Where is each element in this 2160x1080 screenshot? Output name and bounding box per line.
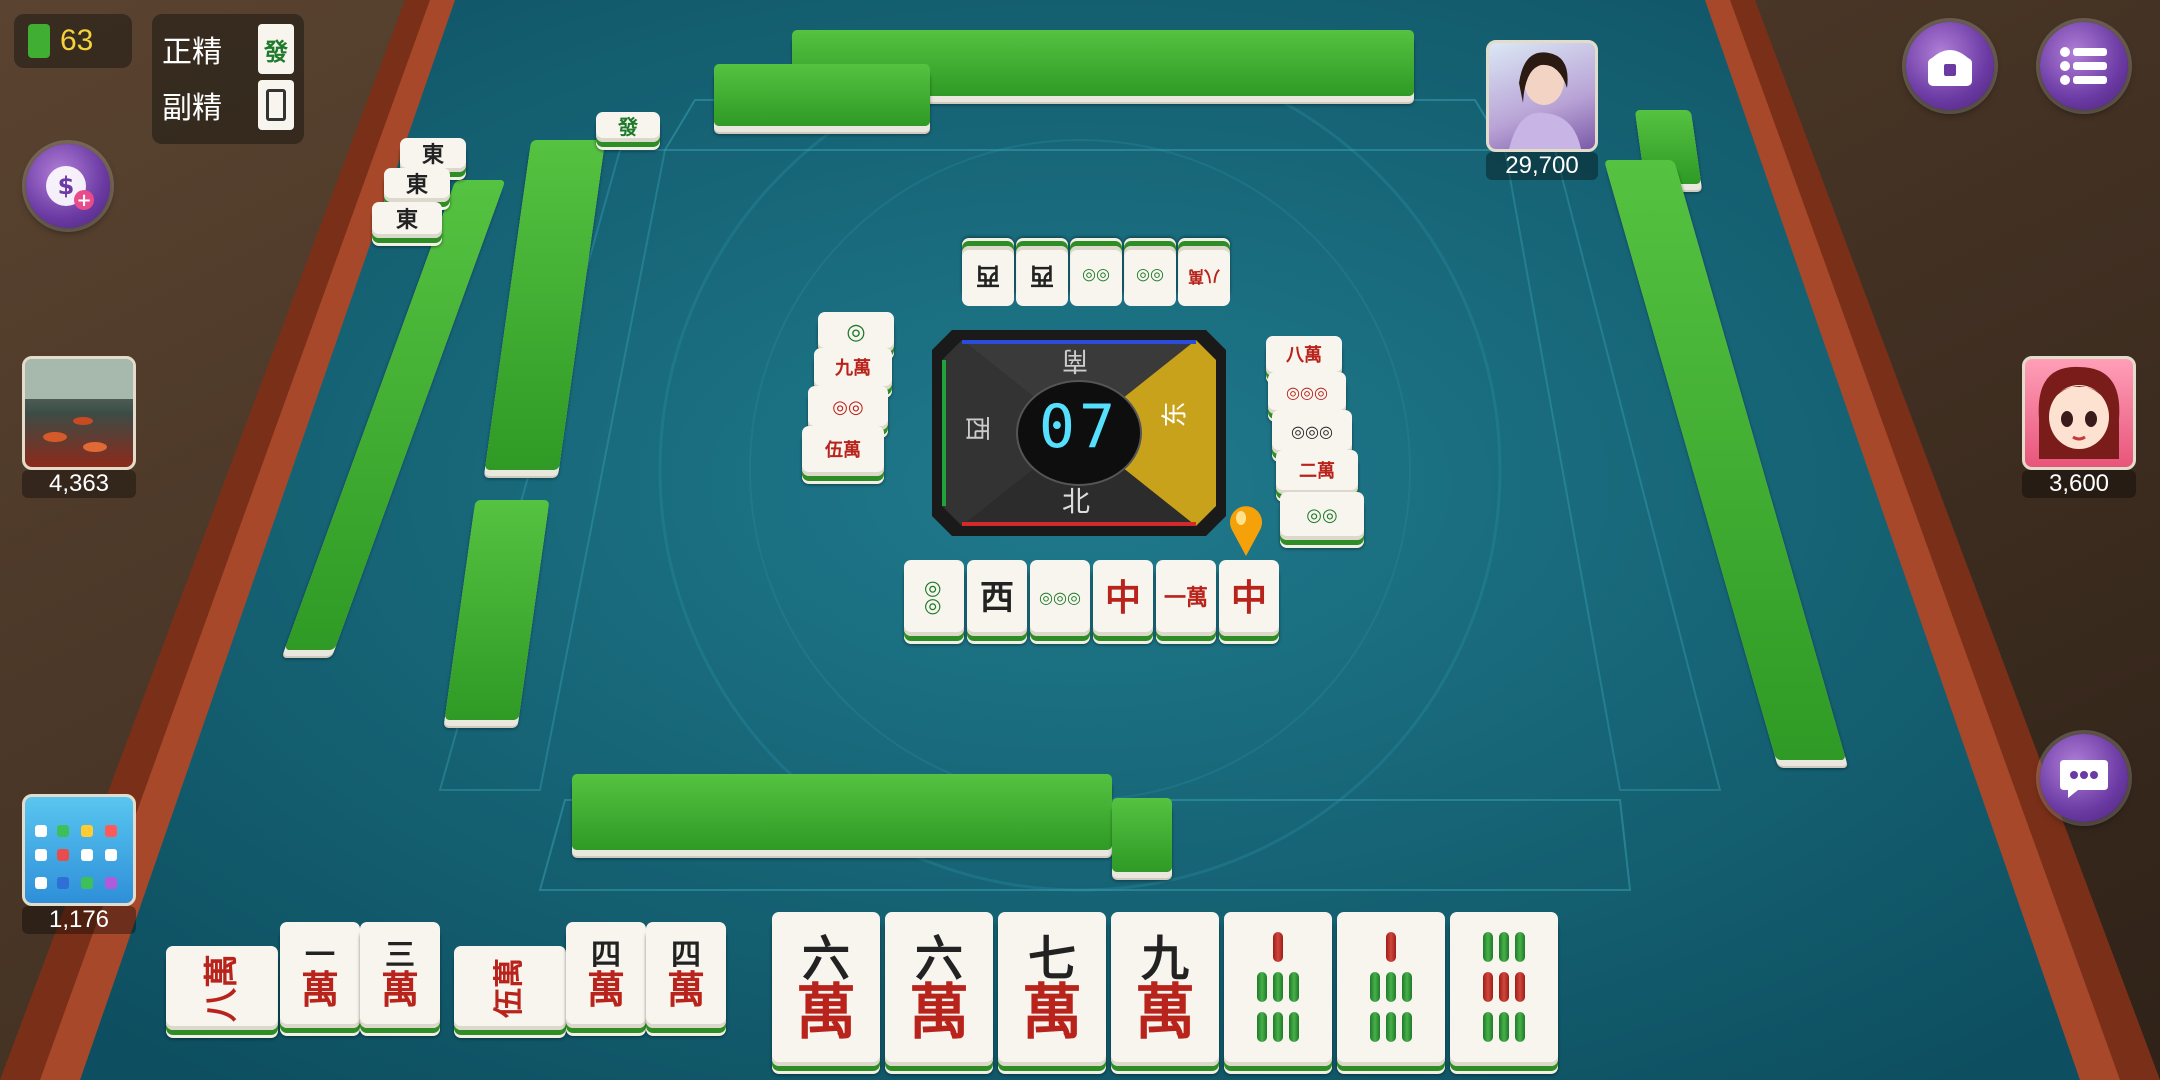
svg-text:$: $ xyxy=(58,172,75,200)
compass-north: 北 xyxy=(1062,485,1091,518)
menu-button[interactable] xyxy=(2040,22,2128,110)
left-meld-tile-top: 發 xyxy=(596,112,660,142)
meld-east-tile: 東 xyxy=(372,202,442,238)
list-menu-icon xyxy=(2060,47,2107,85)
self-player-avatar[interactable] xyxy=(22,794,136,906)
meld-tile: 伍萬 xyxy=(454,946,566,1030)
chat-bubble-icon xyxy=(2060,760,2108,798)
svg-text:+: + xyxy=(76,190,91,211)
left-player-score: 4,363 xyxy=(22,470,136,498)
cartoon-girl-icon xyxy=(2038,366,2120,459)
wall-tile-icon xyxy=(28,24,50,58)
meld-tile: 八萬 xyxy=(166,946,278,1030)
right-player-score: 3,600 xyxy=(2022,470,2136,498)
top-player-avatar[interactable] xyxy=(1486,40,1598,152)
meld-east-tile: 東 xyxy=(384,168,450,202)
meld-tile: 三萬 xyxy=(360,922,440,1028)
countdown-timer: 07 xyxy=(1038,392,1120,462)
jing-panel: 正精 發 副精 xyxy=(152,14,304,144)
chest-icon xyxy=(1928,50,1972,86)
right-player-avatar[interactable] xyxy=(2022,356,2136,470)
zheng-jing-label: 正精 xyxy=(162,35,222,70)
hand-tile[interactable]: 九萬 xyxy=(1111,912,1219,1066)
meld-tile: 四萬 xyxy=(646,922,726,1028)
hand-tile[interactable]: 六萬 xyxy=(885,912,993,1066)
meld-tile: 四萬 xyxy=(566,922,646,1028)
phone-screen-icon xyxy=(35,825,117,889)
mahjong-table: 63 正精 發 副精 $ + 29,700 4,363 3,600 1,176 … xyxy=(0,0,2160,1080)
top-player-score: 29,700 xyxy=(1486,152,1598,180)
recharge-button[interactable]: $ + xyxy=(26,144,110,228)
portrait-icon xyxy=(1509,52,1581,149)
chat-button[interactable] xyxy=(2040,734,2128,822)
fu-jing-label: 副精 xyxy=(162,91,222,126)
wall-count: 63 xyxy=(60,24,94,57)
hand-tile-bamboo[interactable] xyxy=(1224,912,1332,1066)
compass-panel: 07 南 北 西 东 xyxy=(932,330,1226,536)
coin-plus-icon: $ + xyxy=(46,166,94,211)
turn-indicator-icon xyxy=(1228,504,1264,556)
compass-south: 南 xyxy=(1062,345,1089,375)
fu-jing-tile xyxy=(258,80,294,130)
top-player-discards: 八萬 ◎◎ ◎◎ 西 西 xyxy=(960,244,1230,306)
treasure-chest-button[interactable] xyxy=(1906,22,1994,110)
zheng-jing-tile: 發 xyxy=(258,24,294,74)
hand-tile-bamboo[interactable] xyxy=(1450,912,1558,1066)
hand-tile[interactable]: 七萬 xyxy=(998,912,1106,1066)
hand-tile-bamboo[interactable] xyxy=(1337,912,1445,1066)
pond-scene-icon xyxy=(25,359,133,452)
meld-tile: 一萬 xyxy=(280,922,360,1028)
wall-counter: 63 xyxy=(14,14,132,68)
hand-tile[interactable]: 六萬 xyxy=(772,912,880,1066)
self-player-score: 1,176 xyxy=(22,906,136,934)
compass-west: 西 xyxy=(961,415,992,442)
meld-east-tile: 東 xyxy=(400,138,466,172)
compass-east: 东 xyxy=(1160,401,1191,428)
left-player-avatar[interactable] xyxy=(22,356,136,470)
